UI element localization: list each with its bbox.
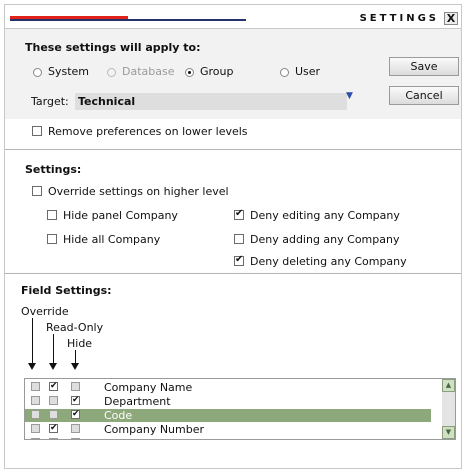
override-settings-checkbox[interactable] — [32, 186, 42, 196]
readonly-checkbox[interactable] — [49, 381, 58, 392]
target-select[interactable]: Technical — [75, 93, 347, 110]
field-name: Our Contact — [104, 437, 170, 439]
close-button[interactable]: X — [444, 12, 458, 25]
hide-arrow-icon — [71, 363, 79, 370]
readonly-checkbox[interactable] — [49, 438, 58, 439]
override-checkbox[interactable] — [31, 382, 40, 391]
cancel-button[interactable]: Cancel — [389, 86, 459, 105]
field-name: Department — [104, 395, 171, 408]
scope-heading: These settings will apply to: — [25, 41, 201, 54]
section-divider — [5, 149, 461, 150]
target-label: Target: — [31, 95, 69, 108]
table-row[interactable]: Department — [25, 395, 431, 408]
deny-editing-checkbox[interactable] — [234, 208, 244, 220]
deny-deleting-label: Deny deleting any Company — [250, 255, 407, 268]
remove-preferences-checkbox[interactable] — [32, 126, 42, 136]
scroll-up-icon[interactable]: ▲ — [442, 379, 455, 392]
override-checkbox[interactable] — [31, 424, 40, 433]
radio-user-label: User — [295, 65, 321, 78]
radio-system-label: System — [48, 65, 90, 78]
field-settings-heading: Field Settings: — [21, 284, 112, 297]
hide-checkbox[interactable] — [71, 382, 80, 391]
table-row[interactable]: Company Name — [25, 381, 431, 394]
radio-user[interactable] — [280, 68, 289, 77]
override-checkbox[interactable] — [31, 410, 40, 419]
radio-system[interactable] — [33, 68, 42, 77]
radio-group[interactable] — [185, 68, 194, 77]
override-checkbox[interactable] — [31, 438, 40, 439]
deny-deleting-checkbox[interactable] — [234, 254, 244, 266]
hide-checkbox[interactable] — [71, 438, 80, 439]
hide-all-checkbox[interactable] — [47, 234, 57, 244]
hide-checkbox[interactable] — [71, 424, 80, 433]
save-button[interactable]: Save — [389, 57, 459, 76]
readonly-checkbox[interactable] — [49, 396, 58, 405]
chevron-down-icon[interactable]: ▼ — [346, 91, 353, 101]
section-divider — [5, 273, 461, 274]
table-row[interactable]: Our Contact — [25, 437, 431, 439]
override-settings-label: Override settings on higher level — [48, 185, 229, 198]
hide-panel-label: Hide panel Company — [63, 209, 178, 222]
field-name: Company Name — [104, 381, 193, 394]
hide-all-label: Hide all Company — [63, 233, 161, 246]
dialog-title: SETTINGS — [359, 13, 439, 24]
override-arrow-line — [32, 318, 33, 363]
column-label-override: Override — [21, 305, 69, 318]
radio-database-label: Database — [122, 65, 175, 78]
override-arrow-icon — [28, 363, 36, 370]
table-row[interactable]: Code — [25, 409, 431, 422]
deny-adding-label: Deny adding any Company — [250, 233, 400, 246]
readonly-arrow-line — [53, 334, 54, 363]
radio-database — [107, 68, 116, 77]
column-label-readonly: Read-Only — [46, 321, 104, 334]
deny-adding-checkbox[interactable] — [234, 234, 244, 244]
field-list[interactable]: Company NameDepartmentCodeCompany Number… — [24, 378, 456, 440]
settings-heading: Settings: — [25, 163, 82, 176]
readonly-checkbox[interactable] — [49, 410, 58, 419]
readonly-arrow-icon — [49, 363, 57, 370]
hide-arrow-line — [75, 350, 76, 363]
remove-preferences-label: Remove preferences on lower levels — [48, 125, 248, 138]
deny-editing-label: Deny editing any Company — [250, 209, 400, 222]
field-name: Company Number — [104, 423, 205, 436]
hide-panel-checkbox[interactable] — [47, 210, 57, 220]
field-name: Code — [104, 409, 133, 422]
hide-checkbox[interactable] — [71, 395, 80, 406]
hide-checkbox[interactable] — [71, 409, 80, 420]
scroll-down-icon[interactable]: ▼ — [442, 426, 455, 439]
column-label-hide: Hide — [67, 337, 93, 350]
override-checkbox[interactable] — [31, 396, 40, 405]
readonly-checkbox[interactable] — [49, 423, 58, 434]
radio-group-label: Group — [200, 65, 234, 78]
table-row[interactable]: Company Number — [25, 423, 431, 436]
